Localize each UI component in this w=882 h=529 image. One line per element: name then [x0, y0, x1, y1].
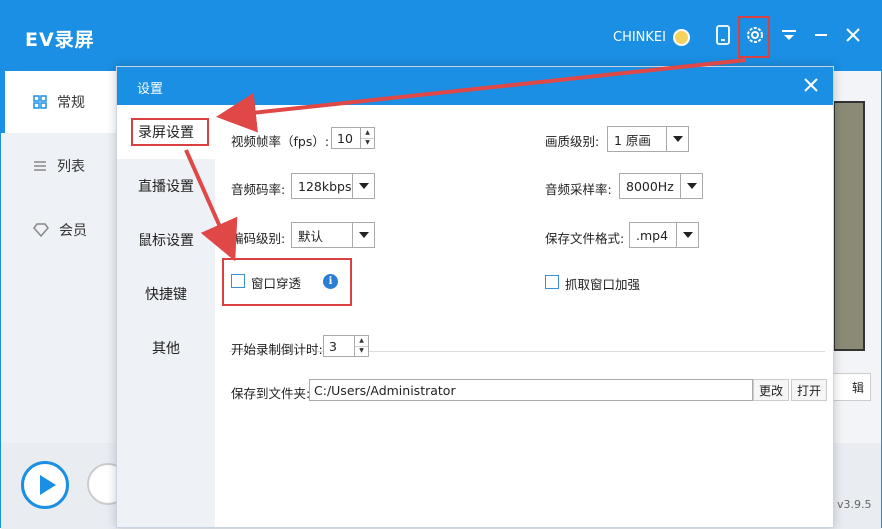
- stepper-up-icon[interactable]: ▲: [355, 336, 368, 346]
- format-label: 保存文件格式:: [545, 231, 625, 246]
- app-title: EV录屏: [25, 29, 95, 51]
- sidebar-item-general[interactable]: 常规: [1, 71, 117, 133]
- fps-label: 视频帧率（fps）:: [231, 134, 330, 149]
- grid-icon: [33, 95, 47, 109]
- fps-value: 10: [337, 130, 353, 146]
- sample-rate-select[interactable]: 8000Hz: [619, 173, 703, 199]
- sidebar-item-label: 常规: [57, 95, 85, 111]
- capture-enhance-label: 抓取窗口加强: [565, 277, 641, 292]
- dialog-close-icon[interactable]: [801, 75, 821, 95]
- chevron-down-icon: [352, 174, 374, 198]
- settings-content: 视频帧率（fps）: 10 ▲ ▼ 画质级别: 1 原画 音频码率: 128kbp…: [215, 105, 833, 527]
- stepper-down-icon[interactable]: ▼: [355, 345, 368, 357]
- dialog-title-bar: 设置: [117, 67, 833, 105]
- settings-nav: 录屏设置 直播设置 鼠标设置 快捷键 其他: [117, 105, 215, 527]
- dialog-title: 设置: [137, 82, 164, 97]
- minimize-icon[interactable]: [805, 19, 837, 51]
- chevron-down-icon: [666, 127, 688, 151]
- change-folder-button[interactable]: 更改: [753, 379, 789, 401]
- quality-value: 1 原画: [614, 132, 651, 148]
- diamond-icon: [33, 223, 49, 237]
- tab-mouse-settings[interactable]: 鼠标设置: [117, 213, 215, 267]
- close-icon[interactable]: [837, 19, 869, 51]
- chevron-down-icon: [676, 223, 698, 247]
- quality-label: 画质级别:: [545, 134, 600, 149]
- countdown-stepper[interactable]: 3 ▲ ▼: [323, 335, 369, 357]
- window-through-highlight-box: [222, 258, 352, 306]
- format-select[interactable]: .mp4: [629, 222, 699, 248]
- tab-shortcuts[interactable]: 快捷键: [117, 267, 215, 321]
- record-start-button[interactable]: [21, 461, 69, 509]
- tab-other[interactable]: 其他: [117, 321, 215, 375]
- preview-thumbnail: [833, 101, 865, 351]
- chevron-down-icon: [680, 174, 702, 198]
- vip-badge-icon: [673, 29, 690, 46]
- save-folder-label: 保存到文件夹:: [231, 386, 311, 401]
- audio-bitrate-select[interactable]: 128kbps: [291, 173, 375, 199]
- format-value: .mp4: [636, 227, 669, 243]
- sample-rate-value: 8000Hz: [626, 178, 674, 194]
- chevron-down-icon: [352, 223, 374, 247]
- encode-label: 编码级别:: [231, 231, 286, 246]
- capture-enhance-checkbox[interactable]: [545, 275, 559, 289]
- quality-select[interactable]: 1 原画: [607, 126, 689, 152]
- audio-bitrate-label: 音频码率:: [231, 182, 286, 197]
- phone-icon[interactable]: [707, 19, 739, 51]
- dropdown-menu-icon[interactable]: [773, 19, 805, 51]
- record-tab-highlight-box: [131, 118, 209, 146]
- user-name[interactable]: CHINKEI: [613, 30, 666, 45]
- settings-highlight-box: [738, 16, 770, 58]
- version-label: v3.9.5: [837, 498, 872, 511]
- sidebar-item-label: 会员: [59, 223, 87, 239]
- stepper-down-icon[interactable]: ▼: [361, 137, 374, 149]
- save-folder-value: C:/Users/Administrator: [314, 382, 456, 398]
- list-icon: [34, 161, 46, 171]
- play-icon: [40, 475, 56, 495]
- countdown-label: 开始录制倒计时:: [231, 342, 323, 357]
- sample-rate-label: 音频采样率:: [545, 182, 612, 197]
- sidebar-item-vip[interactable]: 会员: [1, 199, 117, 261]
- sidebar-item-label: 列表: [57, 159, 85, 175]
- stepper-up-icon[interactable]: ▲: [361, 128, 374, 138]
- encode-select[interactable]: 默认: [291, 222, 375, 248]
- tab-live-settings[interactable]: 直播设置: [117, 159, 215, 213]
- open-folder-button[interactable]: 打开: [791, 379, 827, 401]
- sidebar-item-list[interactable]: 列表: [1, 135, 117, 197]
- countdown-value: 3: [329, 338, 337, 354]
- fps-stepper[interactable]: 10 ▲ ▼: [331, 127, 375, 149]
- main-sidebar: 常规 列表 会员: [1, 71, 117, 443]
- audio-bitrate-value: 128kbps: [298, 178, 352, 194]
- save-folder-input[interactable]: C:/Users/Administrator: [309, 379, 753, 401]
- encode-value: 默认: [298, 228, 324, 244]
